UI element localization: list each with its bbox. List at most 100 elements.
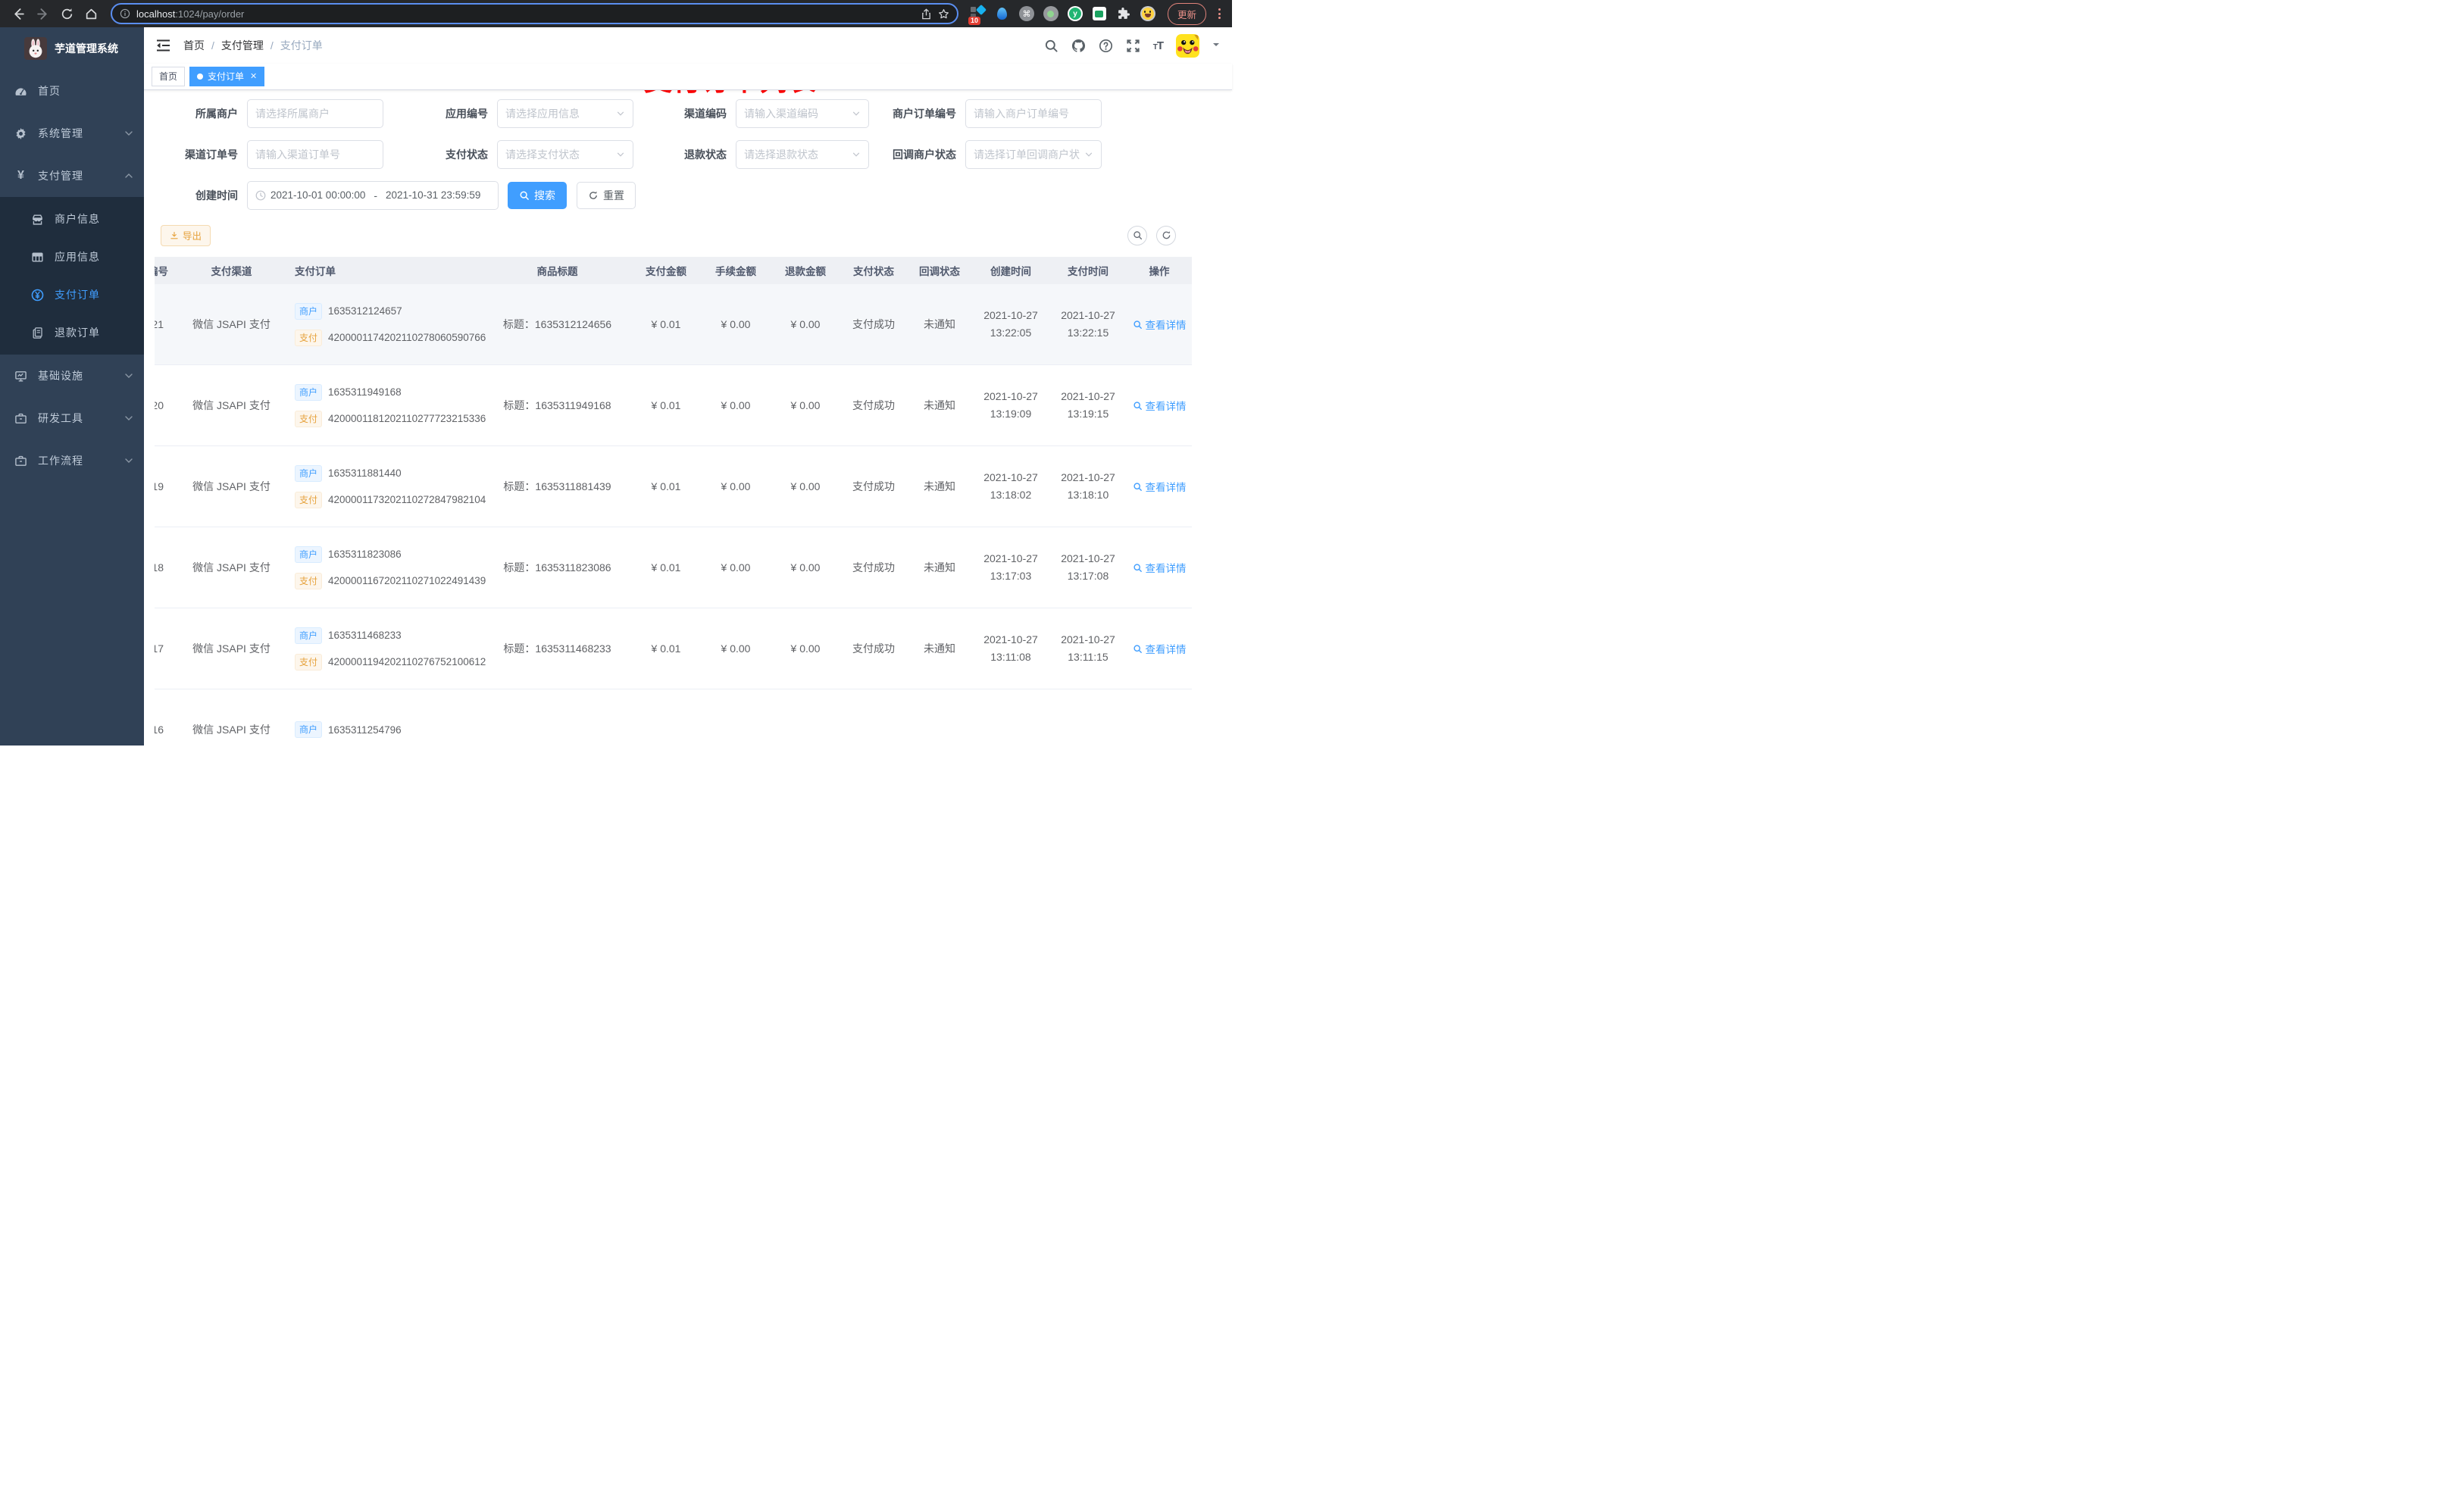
sidebar-item-7[interactable]: 基础设施 — [0, 355, 144, 397]
date-range-picker[interactable]: 2021-10-01 00:00:00-2021-10-31 23:59:59 — [247, 180, 499, 210]
extension-diamond-icon[interactable]: 10 — [968, 4, 987, 25]
filter-select[interactable]: 请输入渠道编码 — [736, 98, 869, 128]
browser-menu-icon[interactable] — [1214, 8, 1224, 19]
breadcrumb-home[interactable]: 首页 — [183, 38, 205, 53]
avatar[interactable] — [1176, 33, 1199, 58]
view-detail-link[interactable]: 查看详情 — [1133, 398, 1187, 413]
forward-icon[interactable] — [32, 3, 53, 24]
reload-icon[interactable] — [56, 3, 77, 24]
view-detail-link[interactable]: 查看详情 — [1133, 560, 1187, 575]
search-button[interactable]: 搜索 — [508, 181, 567, 209]
cell-order: 商户 1635311823086 支付 42000011672021102710224… — [290, 527, 486, 609]
tab-1-active[interactable]: 支付订单 ✕ — [189, 66, 265, 86]
extension-chat-icon[interactable] — [1091, 5, 1108, 22]
cell-notify-status: 未通知 — [907, 527, 972, 609]
sidebar-fold-icon[interactable] — [156, 37, 173, 54]
font-size-icon[interactable]: TT — [1153, 39, 1164, 52]
table-row[interactable]: 21 微信 JSAPI 支付 商户 1635312124657 支付 4200001174… — [155, 283, 1192, 366]
filter-field: 所属商户 请选择所属商户 — [174, 98, 424, 128]
cell-amount: ¥ 0.01 — [631, 527, 701, 609]
site-info-icon[interactable] — [120, 8, 130, 19]
address-bar[interactable]: localhost:1024/pay/order — [111, 3, 958, 24]
filter-field: 回调商户状态 请选择订单回调商户状态 — [869, 139, 1102, 169]
reset-button[interactable]: 重置 — [577, 181, 636, 209]
sidebar-item-9[interactable]: 工作流程 — [0, 439, 144, 482]
table-row[interactable]: 19 微信 JSAPI 支付 商户 1635311881440 支付 4200001173… — [155, 445, 1192, 528]
merchant-tag: 商户 — [295, 464, 323, 482]
cell-amount: ¥ 0.01 — [631, 445, 701, 528]
placeholder-text: 请输入渠道编码 — [744, 107, 818, 120]
table-row[interactable]: 17 微信 JSAPI 支付 商户 1635311468233 支付 4200001194… — [155, 608, 1192, 690]
filter-field: 渠道编码 请输入渠道编码 — [663, 98, 869, 128]
table-row[interactable]: 16 微信 JSAPI 支付 商户 1635311254796 — [155, 689, 1192, 746]
home-icon[interactable] — [80, 3, 102, 24]
app-title: 芋道管理系统 — [55, 42, 118, 55]
extension-emoji-icon[interactable] — [1140, 5, 1156, 22]
browser-update-button[interactable]: 更新 — [1167, 2, 1206, 25]
filter-field: 退款状态 请选择退款状态 — [663, 139, 869, 169]
cell-channel: 微信 JSAPI 支付 — [173, 689, 290, 746]
filter-select[interactable]: 请选择订单回调商户状态 — [965, 139, 1102, 169]
sidebar-item-6[interactable]: 退款订单 — [0, 314, 144, 352]
export-button[interactable]: 导出 — [161, 224, 211, 246]
col-header-pay_time: 支付时间 — [1049, 256, 1127, 284]
app-logo-row[interactable]: 芋道管理系统 — [0, 27, 144, 70]
sidebar-item-8[interactable]: 研发工具 — [0, 397, 144, 439]
sidebar-item-0[interactable]: 首页 — [0, 70, 144, 112]
help-icon[interactable] — [1099, 39, 1113, 53]
filter-input[interactable]: 请输入渠道订单号 — [247, 139, 383, 169]
filter-input[interactable]: 请输入商户订单编号 — [965, 98, 1102, 128]
chevron-down-icon — [852, 109, 861, 118]
cell-refund: ¥ 0.00 — [771, 445, 840, 528]
cell-channel: 微信 JSAPI 支付 — [173, 608, 290, 690]
sidebar-item-4[interactable]: 应用信息 — [0, 238, 144, 276]
cell-action: 查看详情 — [1127, 364, 1192, 447]
view-detail-link[interactable]: 查看详情 — [1133, 479, 1187, 494]
breadcrumb-pay[interactable]: 支付管理 — [221, 38, 264, 53]
cell-create-time: 2021-10-27 13:11:08 — [972, 608, 1049, 690]
chevron-down-icon — [616, 109, 625, 118]
tab-close-icon[interactable]: ✕ — [250, 71, 257, 81]
cell-notify-status: 未通知 — [907, 445, 972, 528]
table-row[interactable]: 20 微信 JSAPI 支付 商户 1635311949168 支付 4200001181… — [155, 364, 1192, 447]
filter-select[interactable]: 请选择支付状态 — [497, 139, 633, 169]
back-icon[interactable] — [8, 3, 29, 24]
view-detail-link[interactable]: 查看详情 — [1133, 317, 1187, 332]
filter-select[interactable]: 请选择应用信息 — [497, 98, 633, 128]
github-icon[interactable] — [1071, 39, 1086, 53]
filter-input[interactable]: 请选择所属商户 — [247, 98, 383, 128]
extension-record-icon[interactable] — [1043, 5, 1059, 22]
extension-y-icon[interactable]: y — [1067, 5, 1083, 22]
briefcase-icon — [14, 455, 27, 467]
filter-label: 所属商户 — [195, 107, 238, 120]
view-detail-link[interactable]: 查看详情 — [1133, 641, 1187, 656]
cell-order: 商户 1635311949168 支付 42000011812021102777232… — [290, 364, 486, 447]
sidebar-item-1[interactable]: 系统管理 — [0, 112, 144, 155]
placeholder-text: 请选择支付状态 — [505, 148, 580, 161]
app-header: 首页 / 支付管理 / 支付订单 支付订单列表 TT — [144, 27, 1232, 96]
cell-pay-time: 2021-10-27 13:22:15 — [1049, 283, 1127, 366]
tab-0[interactable]: 首页 — [152, 66, 186, 86]
cell-fee: ¥ 0.00 — [701, 527, 771, 609]
filter-form: 所属商户 请选择所属商户 应用编号 请选择应用信息 渠道编码 请输入渠道编码 商户订单编号请… — [155, 98, 1221, 210]
sidebar-item-2[interactable]: ¥ 支付管理 — [0, 155, 144, 197]
table-row[interactable]: 18 微信 JSAPI 支付 商户 1635311823086 支付 4200001167… — [155, 527, 1192, 609]
bookmark-star-icon[interactable] — [938, 8, 949, 20]
share-icon[interactable] — [921, 8, 932, 20]
orders-table: 编号支付渠道支付订单商品标题支付金额手续金额退款金额支付状态回调状态创建时间支付… — [155, 256, 1192, 746]
col-header-fee: 手续金额 — [701, 256, 771, 284]
cell-title: 标题：1635311949168 — [483, 364, 631, 447]
avatar-caret-icon[interactable] — [1212, 39, 1220, 52]
cell-pay-status: 支付成功 — [840, 527, 907, 609]
sidebar-item-active-5[interactable]: 支付订单 — [0, 276, 144, 314]
extension-balloon-icon[interactable] — [994, 5, 1011, 22]
extension-command-icon[interactable]: ⌘ — [1018, 5, 1035, 22]
fullscreen-icon[interactable] — [1126, 39, 1140, 53]
filter-field: 应用编号 请选择应用信息 — [424, 98, 663, 128]
header-search-icon[interactable] — [1044, 39, 1058, 53]
extensions-puzzle-icon[interactable] — [1115, 5, 1132, 22]
filter-select[interactable]: 请选择退款状态 — [736, 139, 869, 169]
toggle-search-button[interactable] — [1127, 225, 1147, 245]
sidebar-item-3[interactable]: 商户信息 — [0, 200, 144, 238]
refresh-table-button[interactable] — [1156, 225, 1176, 245]
